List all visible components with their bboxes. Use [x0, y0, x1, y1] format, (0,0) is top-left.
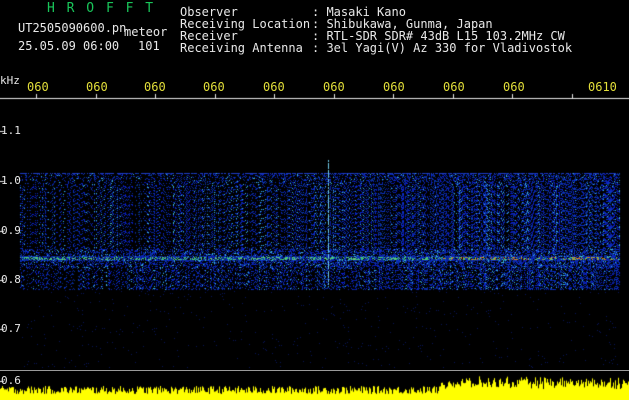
y-tick-label: 0.6: [1, 374, 21, 387]
x-tick-label: 0610: [588, 80, 617, 94]
x-tick-label: 060: [86, 80, 108, 94]
y-tick-label: 0.9: [1, 224, 21, 237]
x-tick-label: 060: [383, 80, 405, 94]
y-tick-label: 1.1: [1, 124, 21, 137]
y-axis-unit: kHz: [0, 74, 20, 87]
y-tick-label: 0.7: [1, 322, 21, 335]
x-tick-label: 060: [144, 80, 166, 94]
x-tick-label: 060: [323, 80, 345, 94]
mode-label: meteor: [124, 25, 168, 39]
count-label: 101: [138, 39, 160, 53]
x-tick-label: 060: [263, 80, 285, 94]
x-tick-label: 060: [443, 80, 465, 94]
filename-label: UT2505090600.pn: [18, 21, 127, 35]
antenna-value: : 3el Yagi(V) Az 330 for Vladivostok: [312, 41, 573, 55]
station-name: H R O F F T: [47, 1, 156, 16]
x-tick-label: 060: [503, 80, 525, 94]
antenna-label: Receiving Antenna: [180, 41, 303, 55]
x-tick-label: 060: [27, 80, 49, 94]
spectrogram-canvas: [0, 0, 629, 400]
x-tick-label: 060: [203, 80, 225, 94]
y-tick-label: 1.0: [1, 174, 21, 187]
datetime-label: 25.05.09 06:00: [18, 39, 120, 53]
bottom-rule: [0, 370, 629, 371]
y-tick-label: 0.8: [1, 273, 21, 286]
